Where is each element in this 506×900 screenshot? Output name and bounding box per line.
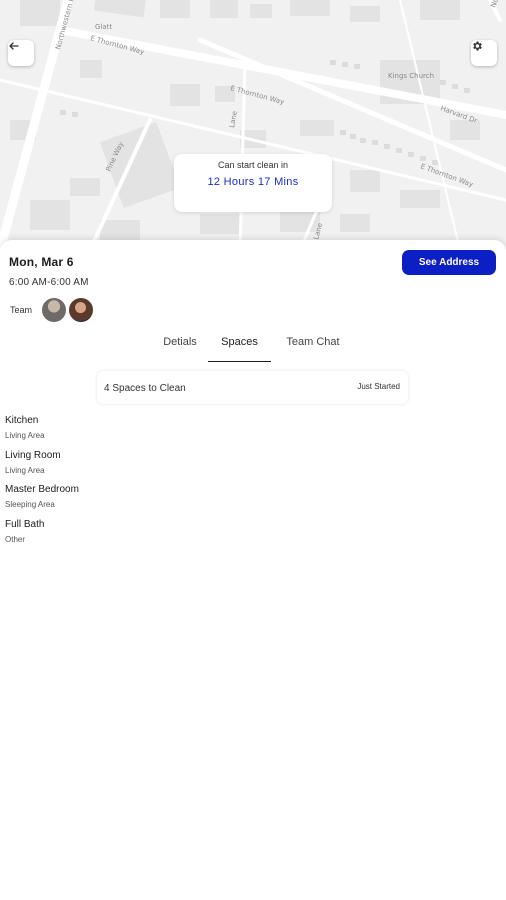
space-name: Master Bedroom <box>5 484 79 495</box>
team-member-avatar[interactable] <box>68 297 94 323</box>
team-label: Team <box>10 305 33 315</box>
map-graphic: Glatt E Thornton Way E Thornton Way Lane… <box>0 0 506 250</box>
space-list: Kitchen Living Area Living Room Living A… <box>5 415 305 553</box>
svg-text:Northwestern Rd: Northwestern Rd <box>489 0 506 9</box>
space-name: Kitchen <box>5 415 39 426</box>
job-details-sheet: Mon, Mar 6 6:00 AM-6:00 AM See Address T… <box>0 240 506 900</box>
space-name: Living Room <box>5 449 61 461</box>
map-view[interactable]: Glatt E Thornton Way E Thornton Way Lane… <box>0 0 506 250</box>
list-item[interactable]: Living Room Living Area <box>5 450 305 485</box>
tab-spaces[interactable]: Spaces <box>208 336 271 362</box>
settings-button[interactable] <box>471 40 497 66</box>
tab-bar: Detials Spaces Team Chat <box>0 336 506 362</box>
team-member-avatar[interactable] <box>41 297 67 323</box>
eta-card: Can start clean in 12 Hours 17 Mins <box>174 154 332 212</box>
svg-text:Lane: Lane <box>228 110 239 128</box>
space-type: Living Area <box>5 431 45 440</box>
eta-value: 12 Hours 17 Mins <box>207 176 299 188</box>
back-button[interactable] <box>8 40 34 66</box>
job-time: 6:00 AM-6:00 AM <box>9 277 89 288</box>
see-address-button[interactable]: See Address <box>402 250 496 275</box>
svg-text:Glatt: Glatt <box>95 23 112 31</box>
space-type: Living Area <box>5 465 45 475</box>
list-item[interactable]: Full Bath Other <box>5 519 305 554</box>
eta-label: Can start clean in <box>217 160 289 170</box>
space-name: Full Bath <box>5 518 45 530</box>
tab-details[interactable]: Detials <box>158 336 202 362</box>
spaces-count: 4 Spaces to Clean <box>104 383 186 394</box>
tab-team-chat[interactable]: Team Chat <box>280 336 346 362</box>
job-date: Mon, Mar 6 <box>9 255 74 269</box>
space-type: Other <box>5 534 26 544</box>
svg-text:Kings Church: Kings Church <box>388 72 434 80</box>
list-item[interactable]: Kitchen Living Area <box>5 415 305 450</box>
arrow-left-icon <box>9 42 19 50</box>
spaces-summary-card: 4 Spaces to Clean Just Started <box>97 371 408 404</box>
list-item[interactable]: Master Bedroom Sleeping Area <box>5 484 305 519</box>
svg-text:E Thornton Way: E Thornton Way <box>229 84 285 106</box>
status-label: Just Started <box>357 382 400 391</box>
space-type: Sleeping Area <box>5 500 55 509</box>
gear-icon <box>473 41 482 51</box>
